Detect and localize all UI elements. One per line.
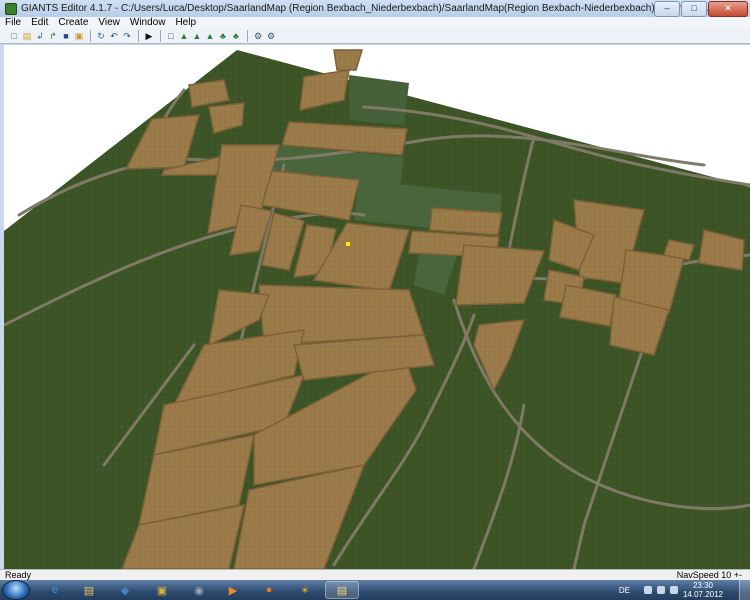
foliage-paint-icon[interactable]: ▲ (204, 30, 216, 42)
selection-marker[interactable] (346, 242, 350, 246)
3d-viewport[interactable] (4, 45, 750, 569)
minimize-button[interactable]: – (654, 1, 680, 17)
new-file-icon[interactable]: □ (8, 30, 20, 42)
menu-help[interactable]: Help (170, 17, 201, 29)
clock-time: 23:30 (692, 581, 713, 590)
audio-app-icon[interactable]: ◉ (182, 581, 216, 599)
terrain-sculpt-icon[interactable]: ▲ (178, 30, 190, 42)
toolbar-separator (90, 30, 91, 42)
show-desktop-button[interactable] (739, 580, 750, 600)
open-folder-icon[interactable]: ▤ (21, 30, 33, 42)
save-icon[interactable]: ■ (60, 30, 72, 42)
toolbar-separator (247, 30, 248, 42)
redo-icon[interactable]: ↷ (121, 30, 133, 42)
taskbar: e ▤ ◆ ▣ ◉ ▶ ● ✶ ▤ DE 23:30 14.07.2012 (0, 580, 750, 600)
menu-create[interactable]: Create (53, 17, 93, 29)
language-indicator[interactable]: DE (619, 586, 630, 595)
giants-app-icon (5, 2, 17, 15)
select-icon[interactable]: □ (165, 30, 177, 42)
grass-paint-icon[interactable]: ♣ (217, 30, 229, 42)
system-tray: DE 23:30 14.07.2012 (619, 580, 750, 600)
clock-date: 14.07.2012 (682, 590, 723, 599)
menu-bar: File Edit Create View Window Help (0, 17, 750, 29)
menu-edit[interactable]: Edit (26, 17, 53, 29)
action-center-icon[interactable] (669, 586, 678, 594)
terrain-view[interactable] (4, 45, 750, 569)
media-player-icon[interactable]: ▶ (216, 581, 250, 599)
export-icon[interactable]: ↱ (47, 30, 59, 42)
clock[interactable]: 23:30 14.07.2012 (683, 581, 723, 599)
volume-icon[interactable] (656, 586, 665, 594)
settings-icon[interactable]: ⚙ (252, 30, 264, 42)
toolbar-separator (138, 30, 139, 42)
maximize-button[interactable]: □ (681, 1, 707, 17)
close-button[interactable]: ✕ (708, 1, 748, 17)
meadow-patch (349, 75, 409, 125)
giants-editor-icon[interactable]: ▤ (325, 581, 359, 599)
network-icon[interactable] (643, 586, 652, 594)
menu-view[interactable]: View (93, 17, 125, 29)
file-explorer-icon[interactable]: ▤ (72, 581, 106, 599)
window-title: GIANTS Editor 4.1.7 - C:/Users/Luca/Desk… (21, 3, 722, 14)
internet-explorer-icon[interactable]: e (38, 581, 72, 599)
title-bar: GIANTS Editor 4.1.7 - C:/Users/Luca/Desk… (0, 0, 750, 18)
save-all-icon[interactable]: ▣ (73, 30, 85, 42)
game-icon[interactable]: ✶ (288, 581, 322, 599)
window-controls: – □ ✕ (654, 1, 748, 17)
field[interactable] (429, 207, 503, 236)
terrain-paint-icon[interactable]: ▲ (191, 30, 203, 42)
undo-icon[interactable]: ↶ (108, 30, 120, 42)
toolbar: □ ▤ ↲ ↱ ■ ▣ ↻ ↶ ↷ ▶ □ ▲ ▲ ▲ ♣ ♣ ⚙ ⚙ (0, 29, 750, 44)
firefox-icon[interactable]: ● (252, 581, 286, 599)
start-button[interactable] (2, 580, 30, 600)
import-icon[interactable]: ↲ (34, 30, 46, 42)
scripting-app-icon[interactable]: ▣ (145, 581, 179, 599)
play-icon[interactable]: ▶ (143, 30, 155, 42)
toolbar-separator (160, 30, 161, 42)
menu-file[interactable]: File (0, 17, 26, 29)
decoration-paint-icon[interactable]: ♣ (230, 30, 242, 42)
refresh-icon[interactable]: ↻ (95, 30, 107, 42)
network-app-icon[interactable]: ◆ (108, 581, 142, 599)
menu-window[interactable]: Window (125, 17, 171, 29)
camera-settings-icon[interactable]: ⚙ (265, 30, 277, 42)
